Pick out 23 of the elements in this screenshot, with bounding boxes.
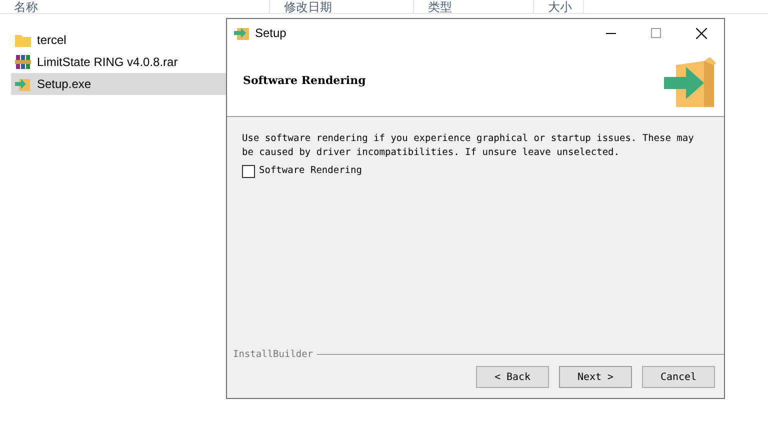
box-arrow-icon (664, 54, 716, 108)
file-row[interactable]: tercel (11, 29, 226, 51)
column-header[interactable]: 类型 (414, 0, 534, 13)
file-row[interactable]: Setup.exe (11, 73, 226, 95)
file-row[interactable]: LimitState RING v4.0.8.rar (11, 51, 226, 73)
column-header[interactable]: 修改日期 (270, 0, 414, 13)
checkbox[interactable] (242, 164, 255, 178)
checkbox-label[interactable]: Software Rendering (259, 164, 362, 178)
description-text: Use software rendering if you experience graphical or startup issues. These may be caused by driver incompatibilities. If unsure leave unselected. (242, 132, 695, 160)
column-header[interactable]: 名称 (0, 0, 270, 13)
column-header[interactable]: 大小 (534, 0, 584, 13)
dialog-button[interactable]: < Back (476, 366, 549, 388)
page-heading: Software Rendering (243, 73, 366, 90)
minimize-icon[interactable] (606, 32, 616, 34)
window-title: Setup (255, 25, 286, 42)
dialog-button[interactable]: Cancel (642, 366, 715, 388)
archive-books-icon (15, 54, 31, 70)
close-icon[interactable] (696, 28, 707, 38)
next-button[interactable]: Next > (559, 366, 632, 388)
footer-label: InstallBuilder (233, 348, 314, 362)
folder-icon (15, 34, 31, 46)
maximize-icon[interactable] (651, 28, 661, 38)
box-arrow-icon (15, 76, 31, 92)
